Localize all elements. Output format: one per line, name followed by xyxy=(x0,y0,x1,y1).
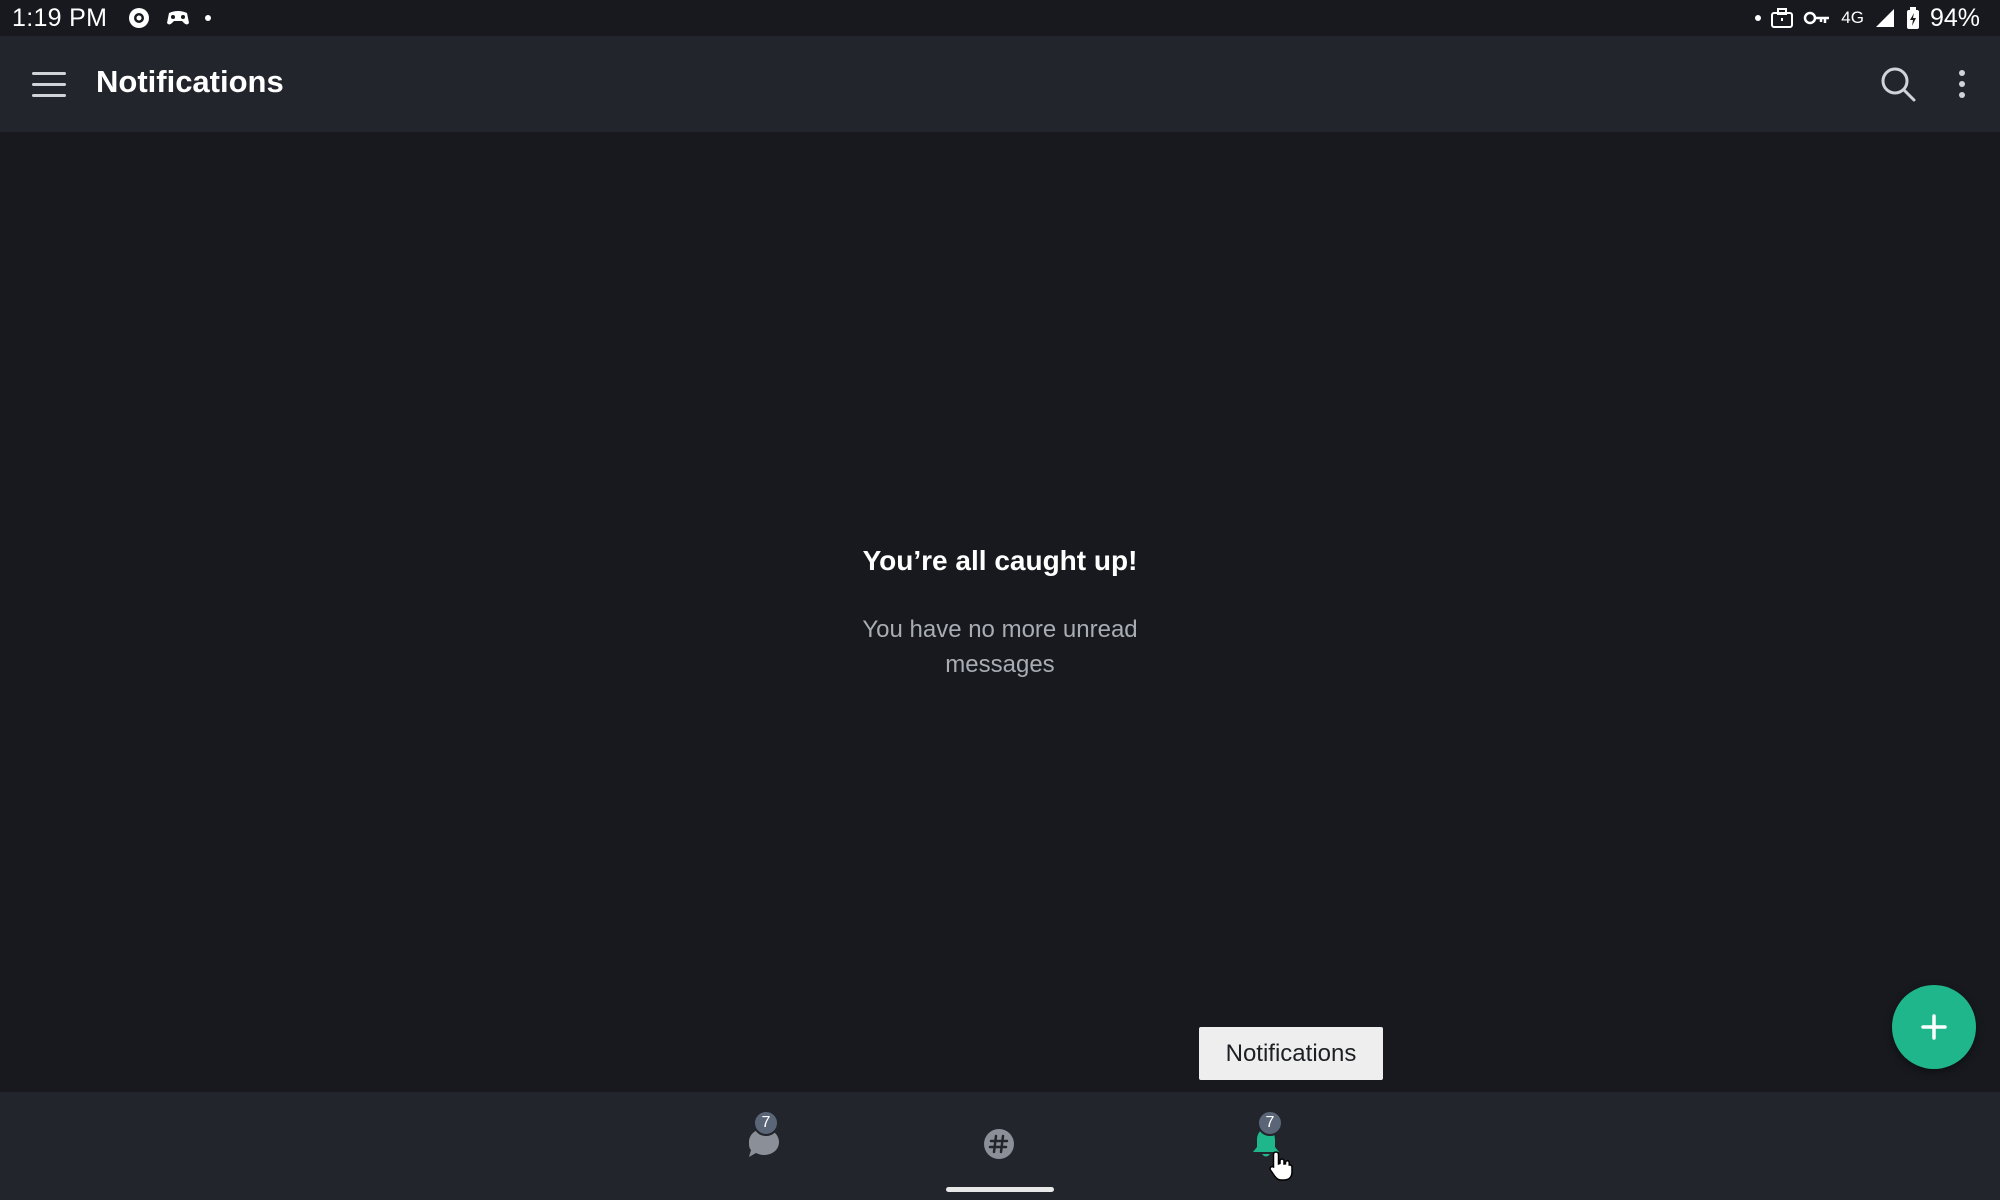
app-bar: Notifications xyxy=(0,36,2000,132)
screen: 1:19 PM 4G 94% Notifications You’re all … xyxy=(0,0,2000,1200)
new-message-fab[interactable] xyxy=(1892,985,1976,1069)
more-vert-icon xyxy=(1959,70,1965,98)
more-options-button[interactable] xyxy=(1950,64,1974,104)
plus-icon xyxy=(1921,1014,1947,1040)
battery-icon xyxy=(1906,7,1919,29)
battery-percent: 94% xyxy=(1929,3,1980,32)
bottom-navigation: 7 7 xyxy=(0,1092,2000,1200)
status-bar: 1:19 PM 4G 94% xyxy=(0,0,2000,36)
empty-state-title: You’re all caught up! xyxy=(862,545,1138,576)
network-type: 4G xyxy=(1841,8,1864,27)
home-indicator[interactable] xyxy=(946,1187,1054,1192)
signal-icon xyxy=(1875,9,1894,27)
gamepad-icon xyxy=(167,11,190,25)
briefcase-icon xyxy=(1771,8,1794,28)
notifications-tooltip: Notifications xyxy=(1199,1027,1383,1080)
vpn-key-icon xyxy=(1804,11,1830,25)
status-dot-right xyxy=(1755,15,1762,21)
empty-state-subtitle: You have no more unread messages xyxy=(862,616,1138,678)
status-time: 1:19 PM xyxy=(12,3,108,32)
status-left-icons xyxy=(127,6,212,30)
search-button[interactable] xyxy=(1878,64,1918,104)
notifications-badge: 7 xyxy=(1257,1110,1283,1136)
menu-button[interactable] xyxy=(30,66,70,102)
hashtag-icon xyxy=(984,1129,1014,1159)
nav-tab-channels[interactable] xyxy=(955,1106,1045,1172)
hand-cursor-icon xyxy=(1269,1151,1293,1181)
circle-app-icon xyxy=(129,8,150,28)
status-right-icons: 4G 94% xyxy=(1755,0,1980,36)
search-icon xyxy=(1881,67,1916,102)
nav-tab-messages[interactable]: 7 xyxy=(719,1106,809,1172)
page-title: Notifications xyxy=(96,64,284,99)
status-dot xyxy=(205,15,212,21)
messages-badge: 7 xyxy=(753,1110,779,1136)
menu-icon xyxy=(32,72,66,97)
